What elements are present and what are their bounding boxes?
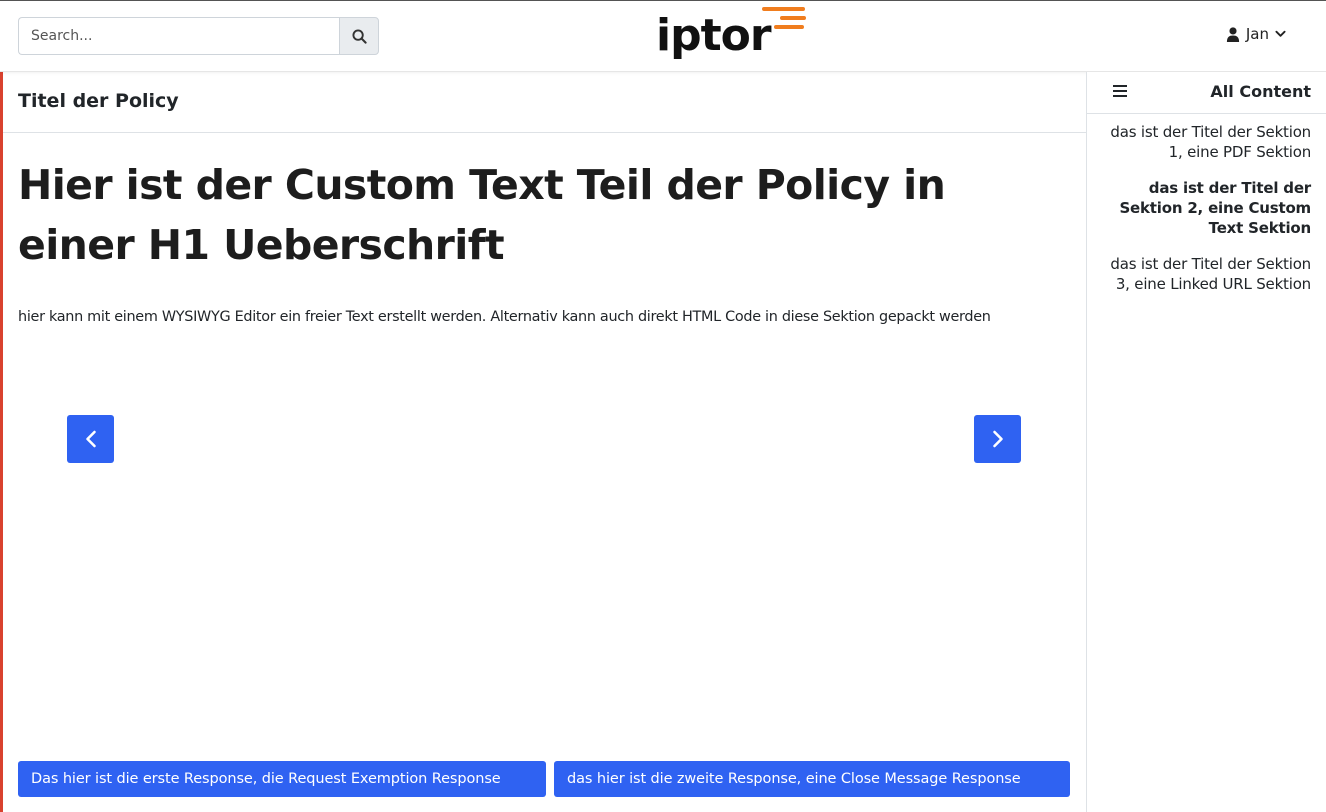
section-heading: Hier ist der Custom Text Teil der Policy… (18, 161, 946, 269)
section-body-text: hier kann mit einem WYSIWYG Editor ein f… (18, 309, 991, 325)
sidebar-title: All Content (1210, 82, 1311, 101)
chevron-down-icon (1275, 30, 1286, 37)
toc-item-section-3[interactable]: das ist der Titel der Sektion 3, eine Li… (1097, 254, 1311, 294)
sidebar-header: All Content (1087, 72, 1326, 114)
menu-icon[interactable] (1113, 84, 1127, 98)
policy-title-bar: Titel der Policy (3, 72, 1086, 133)
logo-bar-3 (774, 25, 804, 29)
top-header: iptor Jan (0, 1, 1326, 72)
carousel-next-button[interactable] (974, 415, 1021, 463)
policy-title: Titel der Policy (18, 90, 179, 112)
logo-bar-2 (780, 16, 806, 20)
logo[interactable]: iptor (656, 6, 808, 64)
search-icon (351, 28, 367, 44)
toc-item-section-1[interactable]: das ist der Titel der Sektion 1, eine PD… (1097, 122, 1311, 162)
user-icon (1226, 26, 1239, 42)
response-button-close-message[interactable]: das hier ist die zweite Response, eine C… (554, 761, 1070, 797)
logo-text: iptor (656, 10, 772, 61)
chevron-right-icon (992, 430, 1003, 448)
response-button-request-exemption[interactable]: Das hier ist die erste Response, die Req… (18, 761, 546, 797)
search-bar (18, 17, 379, 55)
carousel-prev-button[interactable] (67, 415, 114, 463)
search-button[interactable] (339, 17, 379, 55)
logo-bar-1 (762, 7, 805, 11)
chevron-left-icon (85, 430, 96, 448)
user-menu[interactable]: Jan (1226, 25, 1286, 43)
content-sidebar: All Content das ist der Titel der Sektio… (1086, 72, 1326, 812)
search-input[interactable] (18, 17, 339, 55)
toc-item-section-2[interactable]: das ist der Titel der Sektion 2, eine Cu… (1097, 178, 1311, 238)
main-content: Titel der Policy Hier ist der Custom Tex… (3, 72, 1086, 812)
user-name: Jan (1245, 25, 1269, 43)
table-of-contents: das ist der Titel der Sektion 1, eine PD… (1087, 114, 1326, 294)
